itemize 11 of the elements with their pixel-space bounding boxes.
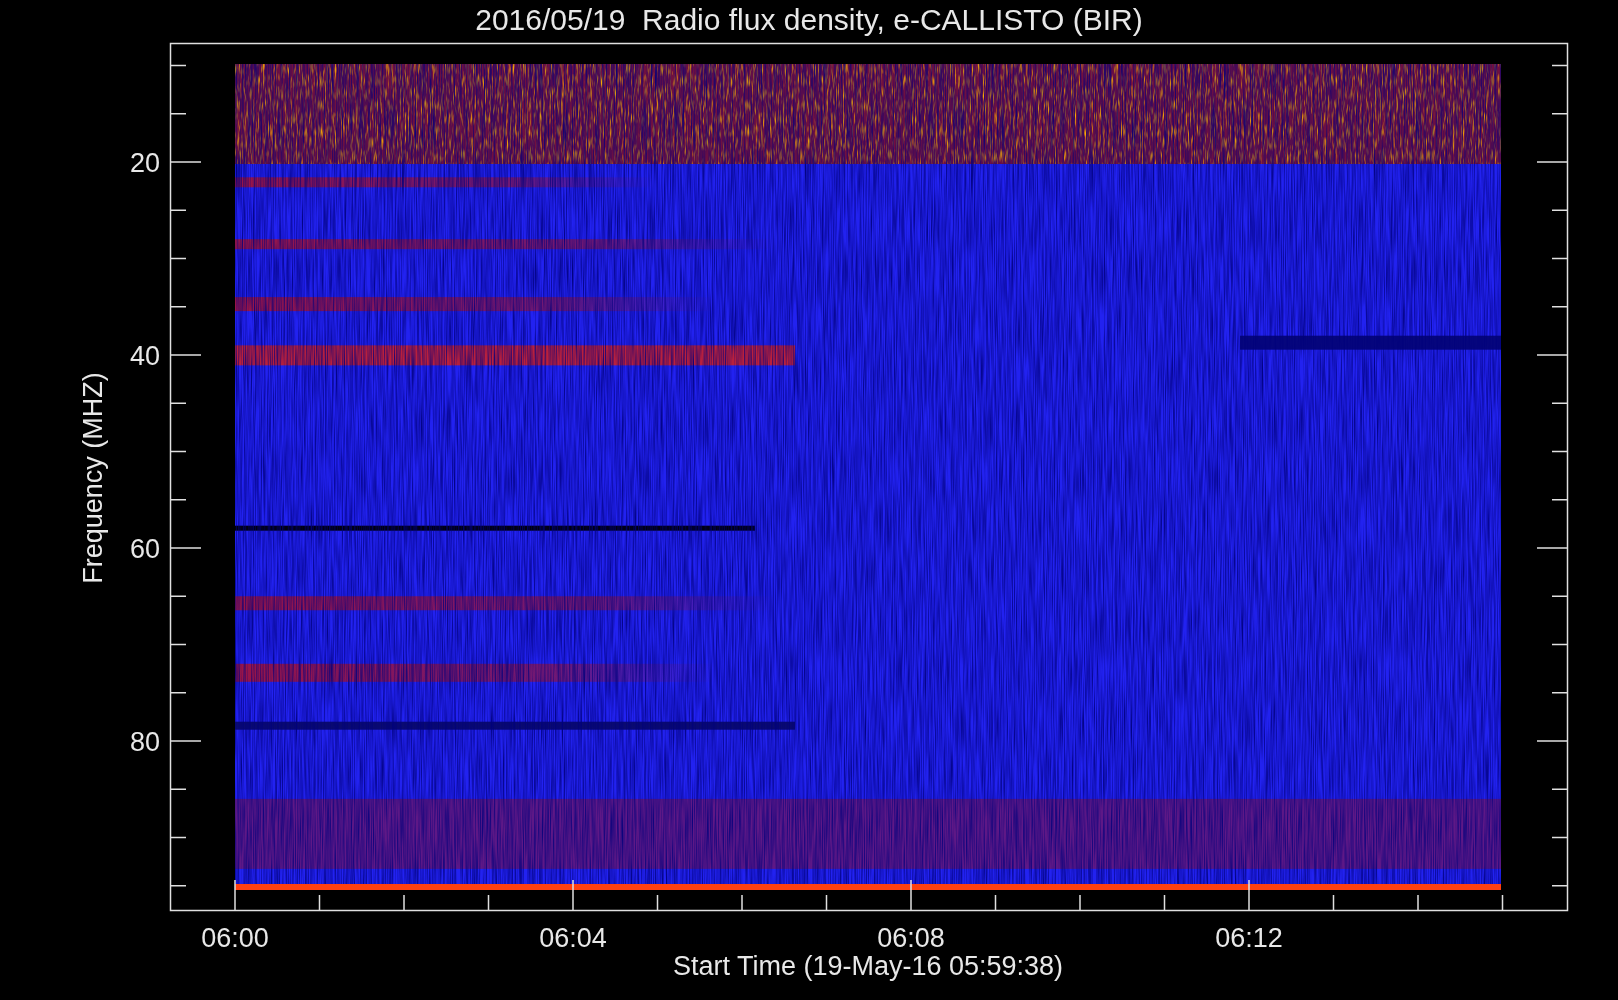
y-axis-label: Frequency (MHZ) xyxy=(78,372,108,584)
x-tick-label: 06:04 xyxy=(539,923,607,953)
chart-title: 2016/05/19 Radio flux density, e-CALLISTO (BIR) xyxy=(475,3,1143,36)
y-tick-label: 40 xyxy=(129,341,160,371)
x-axis-label: Start Time (19-May-16 05:59:38) xyxy=(672,951,1064,981)
x-tick-label: 06:08 xyxy=(877,923,945,953)
y-tick-label: 20 xyxy=(129,148,160,178)
y-tick-label: 60 xyxy=(129,534,160,564)
x-tick-label: 06:12 xyxy=(1215,923,1283,953)
x-tick-label: 06:00 xyxy=(201,923,269,953)
y-tick-label: 80 xyxy=(129,727,160,757)
